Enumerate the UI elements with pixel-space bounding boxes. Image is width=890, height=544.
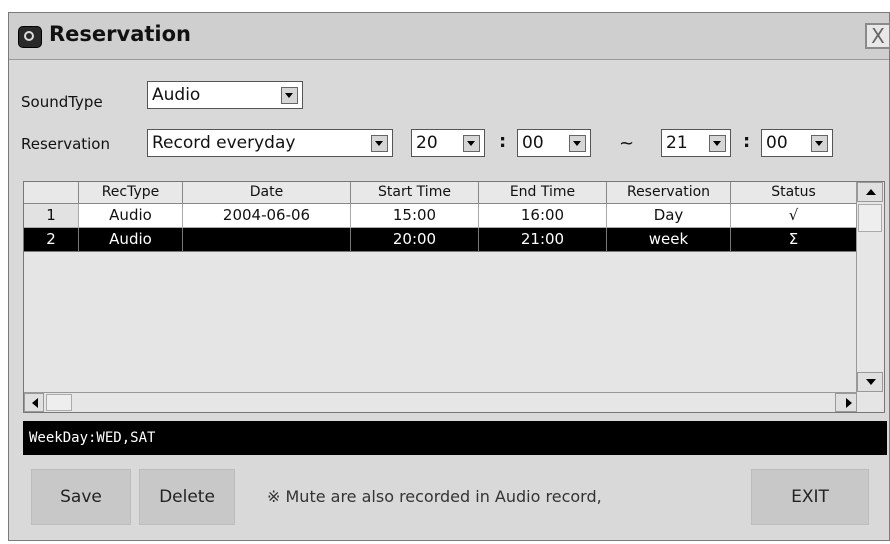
reservation-window: Reservation X SoundType Audio Reservatio… xyxy=(8,12,890,541)
mute-note: ※ Mute are also recorded in Audio record… xyxy=(267,487,602,506)
close-button[interactable]: X xyxy=(865,23,890,49)
cell-reservation: Day xyxy=(607,204,731,228)
horizontal-scroll-thumb[interactable] xyxy=(46,394,72,411)
column-header-rectype[interactable]: RecType xyxy=(79,182,183,204)
column-header-status[interactable]: Status xyxy=(731,182,857,204)
reservation-mode-select[interactable]: Record everyday xyxy=(147,129,393,157)
cell-status: √ xyxy=(731,204,857,228)
cell-start-time: 15:00 xyxy=(351,204,479,228)
reservation-mode-value: Record everyday xyxy=(152,133,296,153)
column-header-start-time[interactable]: Start Time xyxy=(351,182,479,204)
row-number: 1 xyxy=(24,204,79,228)
cell-start-time: 20:00 xyxy=(351,228,479,252)
chevron-down-icon[interactable] xyxy=(569,135,586,152)
table-row[interactable]: 1 Audio 2004-06-06 15:00 16:00 Day √ xyxy=(24,204,857,228)
arrow-down-icon xyxy=(866,379,876,385)
sound-type-label: SoundType xyxy=(21,93,103,111)
chevron-down-icon[interactable] xyxy=(811,135,828,152)
window-title: Reservation xyxy=(49,22,191,46)
cell-rectype: Audio xyxy=(79,228,183,252)
scroll-up-button[interactable] xyxy=(857,182,883,202)
reservation-label: Reservation xyxy=(21,135,110,153)
range-separator: ~ xyxy=(619,133,635,154)
table-row-selected[interactable]: 2 Audio 20:00 21:00 week Σ xyxy=(24,228,857,252)
start-hour-value: 20 xyxy=(416,133,438,153)
cell-status: Σ xyxy=(731,228,857,252)
start-minute-value: 00 xyxy=(522,133,544,153)
weekday-status-bar: WeekDay:WED,SAT xyxy=(23,421,887,455)
reservation-table[interactable]: RecType Date Start Time End Time Reserva… xyxy=(23,181,885,413)
title-bar: Reservation X xyxy=(9,13,890,60)
column-header-index xyxy=(24,182,79,204)
row-number: 2 xyxy=(24,228,79,252)
chevron-down-icon[interactable] xyxy=(709,135,726,152)
cell-end-time: 16:00 xyxy=(479,204,607,228)
start-hour-select[interactable]: 20 xyxy=(411,129,485,157)
cell-reservation: week xyxy=(607,228,731,252)
end-hour-value: 21 xyxy=(666,133,688,153)
cell-date xyxy=(183,228,351,252)
sound-type-select[interactable]: Audio xyxy=(147,81,303,109)
scroll-right-button[interactable] xyxy=(835,393,857,412)
cell-rectype: Audio xyxy=(79,204,183,228)
column-header-reservation[interactable]: Reservation xyxy=(607,182,731,204)
column-header-end-time[interactable]: End Time xyxy=(479,182,607,204)
time-separator: : xyxy=(743,131,751,152)
time-separator: : xyxy=(499,131,507,152)
arrow-up-icon xyxy=(866,189,876,195)
scroll-down-button[interactable] xyxy=(857,372,883,392)
delete-button[interactable]: Delete xyxy=(139,469,235,525)
sound-type-value: Audio xyxy=(152,85,201,105)
cell-date: 2004-06-06 xyxy=(183,204,351,228)
app-icon xyxy=(18,26,42,48)
horizontal-scrollbar[interactable] xyxy=(24,392,857,412)
end-minute-select[interactable]: 00 xyxy=(761,129,833,157)
arrow-left-icon xyxy=(32,398,38,408)
save-button[interactable]: Save xyxy=(31,469,131,525)
end-hour-select[interactable]: 21 xyxy=(661,129,731,157)
scroll-left-button[interactable] xyxy=(24,393,44,412)
vertical-scroll-thumb[interactable] xyxy=(858,204,882,232)
chevron-down-icon[interactable] xyxy=(463,135,480,152)
chevron-down-icon[interactable] xyxy=(281,87,298,104)
column-header-date[interactable]: Date xyxy=(183,182,351,204)
cell-end-time: 21:00 xyxy=(479,228,607,252)
end-minute-value: 00 xyxy=(766,133,788,153)
vertical-scrollbar[interactable] xyxy=(856,182,884,394)
chevron-down-icon[interactable] xyxy=(371,135,388,152)
arrow-right-icon xyxy=(846,398,852,408)
start-minute-select[interactable]: 00 xyxy=(517,129,591,157)
exit-button[interactable]: EXIT xyxy=(751,469,869,525)
